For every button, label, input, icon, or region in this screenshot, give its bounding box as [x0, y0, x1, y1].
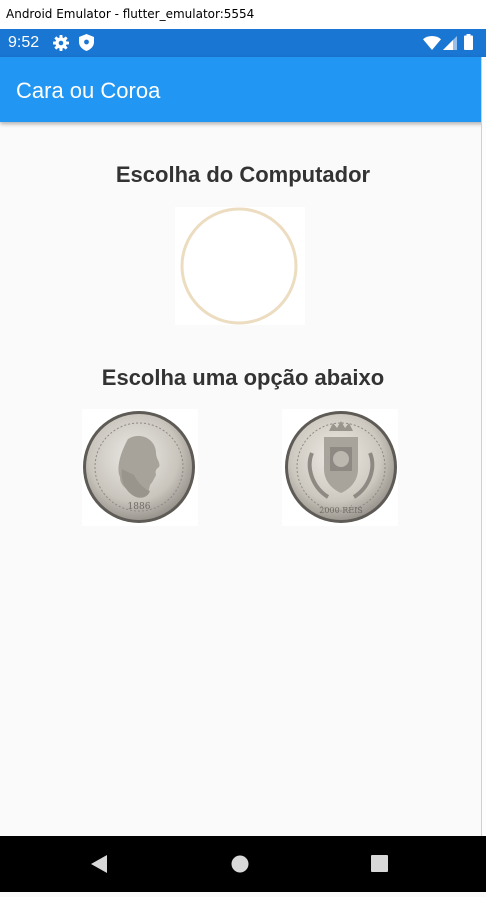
svg-text:2000 RÉIS: 2000 RÉIS: [319, 506, 362, 515]
home-icon: [231, 855, 249, 873]
option-heading: Escolha uma opção abaixo: [101, 365, 385, 390]
shield-icon: [79, 34, 94, 51]
computer-choice-heading: Escolha do Computador: [115, 162, 371, 187]
recent-apps-button[interactable]: [350, 836, 410, 892]
empty-coin-ring-icon: [180, 207, 298, 325]
navigation-bar: [0, 836, 486, 892]
signal-icon: [443, 36, 457, 50]
computer-coin-placeholder: [175, 207, 305, 325]
coin-tails-icon: 2000 RÉIS: [285, 411, 397, 523]
app-title: Cara ou Coroa: [16, 78, 161, 103]
wifi-icon: [423, 36, 441, 50]
battery-icon: [464, 34, 473, 50]
back-button[interactable]: [70, 836, 130, 892]
gear-icon: [53, 35, 69, 51]
emulator-frame-edge: [481, 57, 486, 836]
status-bar: 9:52: [0, 29, 486, 57]
app-bar: Cara ou Coroa: [0, 57, 486, 122]
back-icon: [91, 855, 107, 873]
svg-text:1886: 1886: [128, 502, 151, 512]
emulator-window-title: Android Emulator - flutter_emulator:5554: [0, 0, 486, 29]
coin-heads-option[interactable]: 1886: [82, 409, 198, 526]
status-time: 9:52: [8, 34, 40, 51]
recent-apps-icon: [371, 855, 388, 872]
coin-heads-icon: 1886: [83, 411, 195, 523]
coin-tails-option[interactable]: 2000 RÉIS: [282, 409, 398, 526]
home-button[interactable]: [210, 836, 270, 892]
